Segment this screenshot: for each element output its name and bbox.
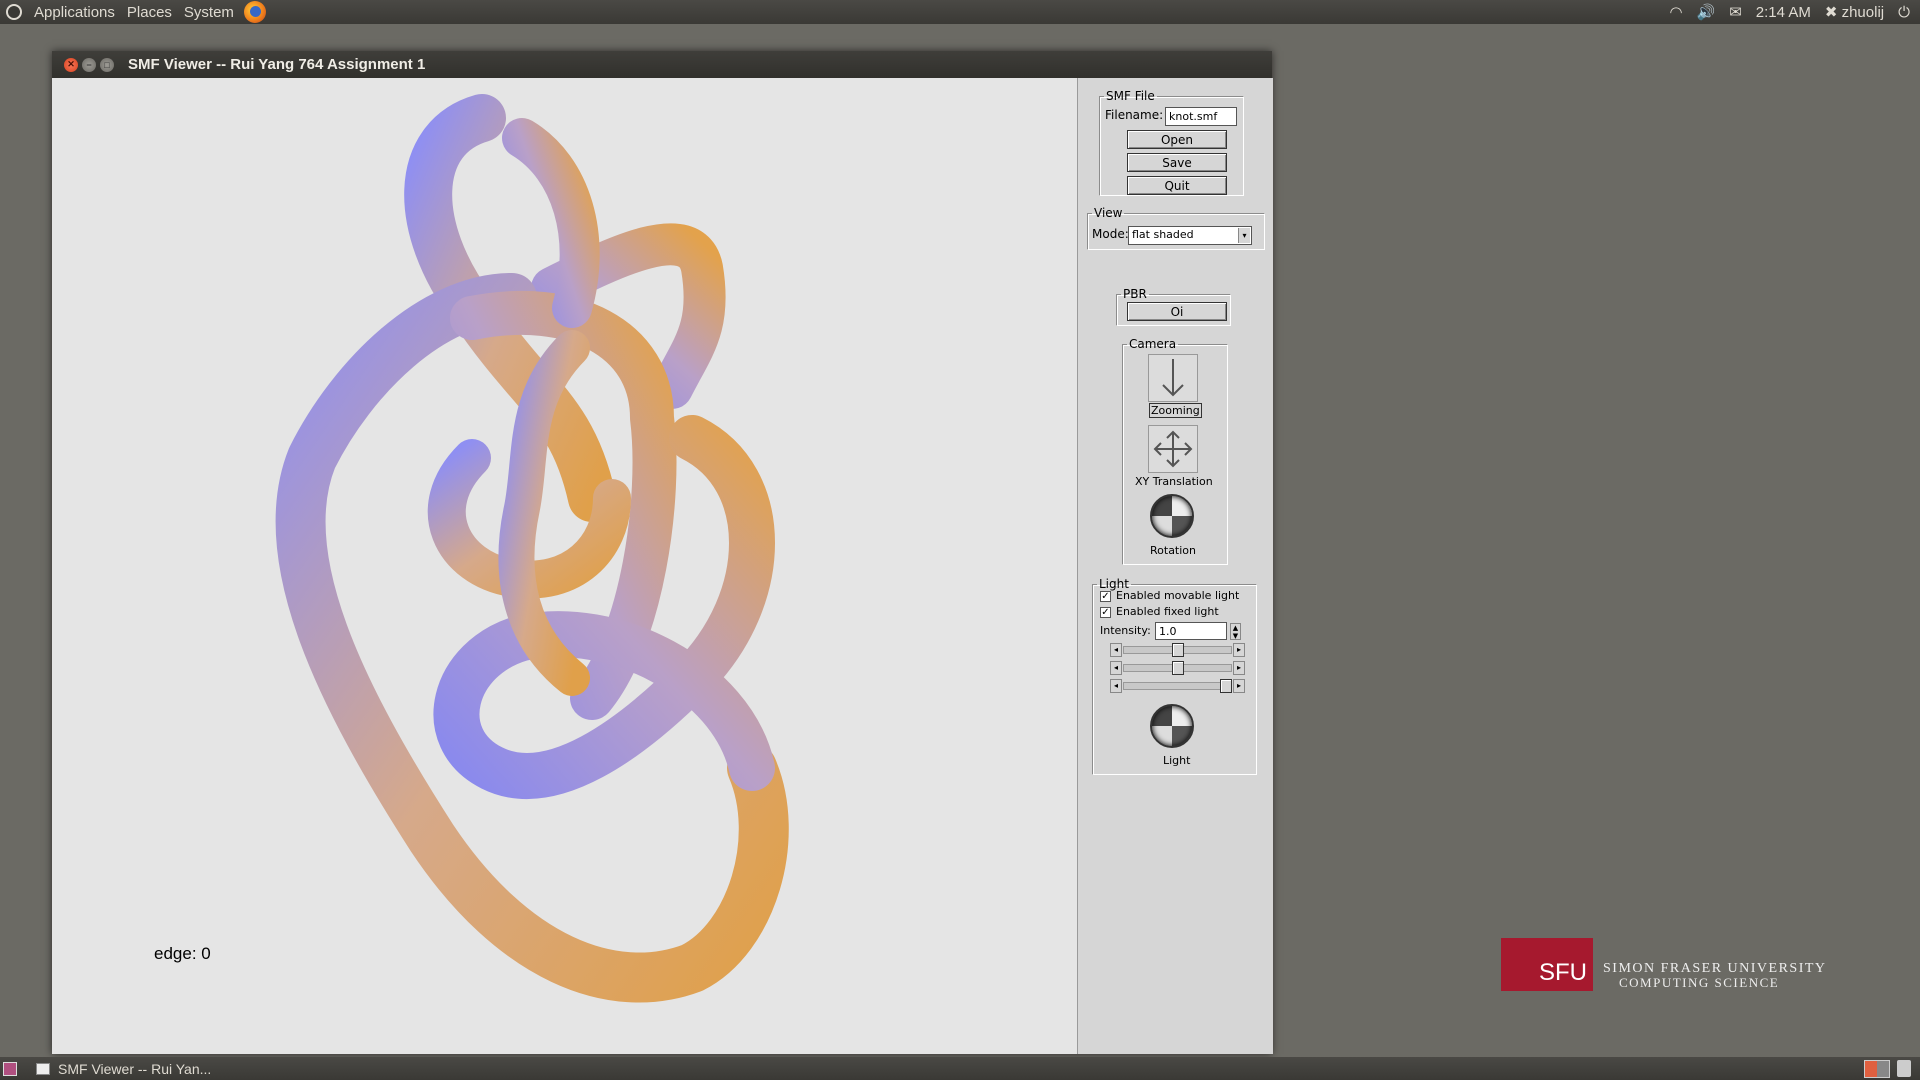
mode-select[interactable]: flat shaded ▾: [1128, 226, 1252, 245]
intensity-input[interactable]: [1155, 622, 1227, 640]
pbr-oi-button[interactable]: Oi: [1127, 302, 1227, 321]
firefox-icon[interactable]: [243, 1, 266, 23]
mode-label: Mode:: [1092, 227, 1129, 241]
window-icon: [36, 1062, 50, 1075]
trash-icon[interactable]: [1897, 1060, 1911, 1077]
light-label: Light: [1163, 754, 1191, 767]
slider-right-arrow-icon[interactable]: ▸: [1233, 661, 1245, 675]
move-arrows-icon: [1153, 430, 1193, 468]
smf-file-legend: SMF File: [1106, 89, 1155, 103]
camera-legend: Camera: [1129, 337, 1177, 351]
filename-input[interactable]: [1165, 107, 1237, 126]
window-title: SMF Viewer -- Rui Yang 764 Assignment 1: [128, 56, 426, 73]
minimize-button[interactable]: −: [82, 57, 96, 72]
titlebar[interactable]: ✕ − □ SMF Viewer -- Rui Yang 764 Assignm…: [52, 51, 1272, 78]
mode-select-value: flat shaded: [1132, 228, 1194, 241]
slider-right-arrow-icon[interactable]: ▸: [1233, 643, 1245, 657]
ubuntu-logo-icon[interactable]: [6, 4, 22, 20]
university-name: SIMON FRASER UNIVERSITY: [1603, 961, 1827, 976]
knot-model: [275, 94, 789, 1003]
app-window: ✕ − □ SMF Viewer -- Rui Yang 764 Assignm…: [52, 51, 1273, 1054]
light-slider-1[interactable]: ◂ ▸: [1110, 643, 1245, 657]
menu-places[interactable]: Places: [121, 4, 178, 21]
movable-light-label: Enabled movable light: [1116, 589, 1240, 602]
movable-light-checkbox[interactable]: ✓: [1100, 591, 1111, 602]
close-button[interactable]: ✕: [64, 57, 78, 72]
xy-translation-label: XY Translation: [1135, 475, 1213, 488]
wifi-icon[interactable]: ◠: [1669, 3, 1682, 21]
slider-thumb[interactable]: [1220, 679, 1232, 693]
sfu-logo-text: SFU: [1539, 959, 1587, 986]
power-icon[interactable]: ⏻: [1898, 4, 1910, 21]
top-panel: Applications Places System ◠ 🔊 ✉ 2:14 AM…: [0, 0, 1920, 24]
intensity-spinner[interactable]: ▲ ▼: [1230, 623, 1241, 640]
menu-applications[interactable]: Applications: [28, 4, 121, 21]
user-status-icon: ✖: [1824, 4, 1838, 21]
slider-left-arrow-icon[interactable]: ◂: [1110, 679, 1122, 693]
light-slider-2[interactable]: ◂ ▸: [1110, 661, 1245, 675]
rotation-label: Rotation: [1150, 544, 1197, 557]
zooming-label: Zooming: [1149, 403, 1202, 418]
control-panel: SMF File Filename: Open Save Quit View M…: [1077, 78, 1273, 1054]
light-trackball-icon[interactable]: [1150, 704, 1194, 748]
clock[interactable]: 2:14 AM: [1756, 4, 1811, 21]
sfu-logo: SFU: [1501, 938, 1593, 991]
department-name: COMPUTING SCIENCE: [1619, 975, 1780, 990]
zoom-arrows-icon: [1162, 359, 1184, 397]
show-desktop-icon[interactable]: [3, 1062, 17, 1076]
maximize-button[interactable]: □: [100, 57, 114, 72]
slider-left-arrow-icon[interactable]: ◂: [1110, 643, 1122, 657]
save-button[interactable]: Save: [1127, 153, 1227, 172]
slider-thumb[interactable]: [1171, 661, 1184, 675]
sfu-wordmark: SIMON FRASER UNIVERSITY COMPUTING SCIENC…: [1603, 962, 1827, 990]
slider-right-arrow-icon[interactable]: ▸: [1233, 679, 1245, 693]
volume-icon[interactable]: 🔊: [1697, 3, 1716, 21]
intensity-label: Intensity:: [1100, 624, 1151, 637]
zoom-control[interactable]: [1148, 354, 1198, 402]
quit-button[interactable]: Quit: [1127, 176, 1227, 195]
gl-viewport[interactable]: edge: 0: [52, 78, 1077, 1054]
xy-translation-control[interactable]: [1148, 425, 1198, 473]
user-name: zhuolij: [1841, 4, 1885, 21]
fixed-light-checkbox[interactable]: ✓: [1100, 607, 1111, 618]
chevron-down-icon: ▾: [1238, 228, 1250, 243]
rotation-trackball-icon[interactable]: [1150, 494, 1194, 538]
bottom-panel: SMF Viewer -- Rui Yan...: [0, 1057, 1920, 1080]
slider-left-arrow-icon[interactable]: ◂: [1110, 661, 1122, 675]
edge-counter-label: edge: 0: [154, 944, 211, 963]
workspace-switcher-icon[interactable]: [1864, 1060, 1890, 1078]
view-legend: View: [1094, 206, 1123, 220]
filename-label: Filename:: [1105, 108, 1164, 122]
light-slider-3[interactable]: ◂ ▸: [1110, 679, 1245, 693]
user-menu[interactable]: ✖ zhuolij: [1825, 3, 1884, 21]
slider-thumb[interactable]: [1171, 643, 1184, 657]
pbr-legend: PBR: [1123, 287, 1147, 301]
taskbar-window-item[interactable]: SMF Viewer -- Rui Yan...: [30, 1059, 217, 1078]
slider-track[interactable]: [1123, 682, 1232, 690]
fixed-light-label: Enabled fixed light: [1116, 605, 1219, 618]
taskbar-item-label: SMF Viewer -- Rui Yan...: [58, 1060, 212, 1077]
open-button[interactable]: Open: [1127, 130, 1227, 149]
mail-icon[interactable]: ✉: [1729, 3, 1742, 21]
menu-system[interactable]: System: [178, 4, 240, 21]
